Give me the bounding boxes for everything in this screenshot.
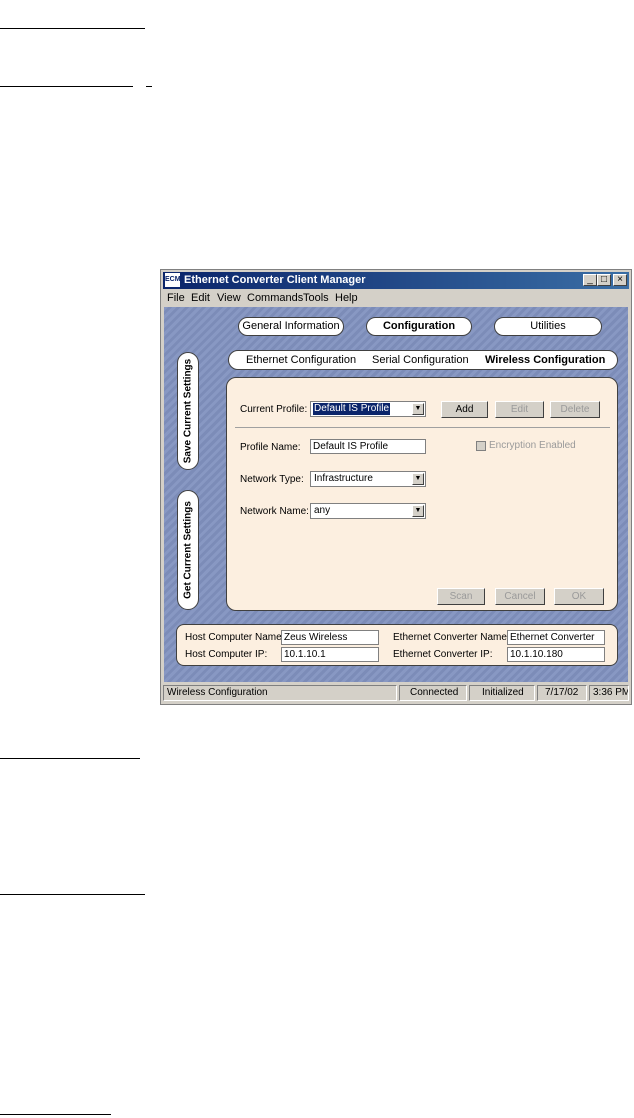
status-bar: Wireless Configuration Connected Initial… <box>163 685 629 702</box>
ethernet-converter-ip-field: 10.1.10.180 <box>507 647 605 662</box>
network-name-dropdown[interactable]: any ▼ <box>310 503 426 519</box>
page-rule-2 <box>0 86 133 87</box>
network-name-label: Network Name: <box>240 506 309 517</box>
scan-button[interactable]: Scan <box>437 588 485 605</box>
tab-utilities[interactable]: Utilities <box>494 317 602 336</box>
ethernet-converter-name-field: Ethernet Converter <box>507 630 605 645</box>
encryption-enabled-label: Encryption Enabled <box>489 440 576 451</box>
current-profile-label: Current Profile: <box>240 404 308 415</box>
sub-tab-row: Ethernet Configuration Serial Configurat… <box>228 350 618 370</box>
network-name-value: any <box>314 505 331 516</box>
network-type-value: Infrastructure <box>314 473 373 484</box>
ethernet-converter-ip-label: Ethernet Converter IP: <box>393 649 493 660</box>
save-current-settings-button[interactable]: Save Current Settings <box>177 352 199 470</box>
menu-file[interactable]: File <box>167 291 185 305</box>
add-profile-button[interactable]: Add <box>441 401 488 418</box>
status-panel-name: Wireless Configuration <box>163 685 397 701</box>
client-area: General Information Configuration Utilit… <box>164 307 628 682</box>
wireless-configuration-panel: Current Profile: Default IS Profile ▼ Ad… <box>226 377 618 611</box>
host-computer-name-field: Zeus Wireless <box>281 630 379 645</box>
maximize-button[interactable]: □ <box>597 274 611 286</box>
tab-configuration[interactable]: Configuration <box>366 317 472 336</box>
page-rule-1 <box>0 28 145 29</box>
menu-edit[interactable]: Edit <box>191 291 210 305</box>
get-current-settings-label: Get Current Settings <box>182 501 194 599</box>
window-title: Ethernet Converter Client Manager <box>184 274 366 286</box>
tab-serial-configuration[interactable]: Serial Configuration <box>372 353 469 367</box>
host-computer-ip-label: Host Computer IP: <box>185 649 268 660</box>
host-info-panel: Host Computer Name: Zeus Wireless Host C… <box>176 624 618 666</box>
page-rule-3 <box>146 86 152 87</box>
page-rule-4 <box>0 758 140 759</box>
app-window: ECM Ethernet Converter Client Manager _ … <box>160 269 632 705</box>
get-current-settings-button[interactable]: Get Current Settings <box>177 490 199 610</box>
host-computer-ip-field: 10.1.10.1 <box>281 647 379 662</box>
menu-tools[interactable]: Tools <box>303 291 329 305</box>
tab-wireless-configuration[interactable]: Wireless Configuration <box>485 353 605 367</box>
ethernet-converter-name-label: Ethernet Converter Name: <box>393 632 510 643</box>
app-logo-icon[interactable]: ECM <box>165 273 181 287</box>
menu-bar: File Edit View Commands Tools Help <box>163 290 629 306</box>
network-type-dropdown[interactable]: Infrastructure ▼ <box>310 471 426 487</box>
save-current-settings-label: Save Current Settings <box>182 358 194 464</box>
current-profile-value: Default IS Profile <box>313 403 391 415</box>
chevron-down-icon[interactable]: ▼ <box>412 473 424 485</box>
host-computer-name-label: Host Computer Name: <box>185 632 285 643</box>
title-bar[interactable]: ECM Ethernet Converter Client Manager _ … <box>163 272 629 289</box>
network-type-label: Network Type: <box>240 474 304 485</box>
profile-name-label: Profile Name: <box>240 442 301 453</box>
ok-button[interactable]: OK <box>554 588 604 605</box>
menu-view[interactable]: View <box>217 291 241 305</box>
status-date: 7/17/02 <box>537 685 587 701</box>
encryption-enabled-checkbox[interactable] <box>476 441 486 451</box>
status-state: Initialized <box>469 685 535 701</box>
current-profile-dropdown[interactable]: Default IS Profile ▼ <box>310 401 426 417</box>
edit-profile-button[interactable]: Edit <box>495 401 544 418</box>
menu-commands[interactable]: Commands <box>247 291 303 305</box>
chevron-down-icon[interactable]: ▼ <box>412 403 424 415</box>
page-rule-6 <box>0 1114 111 1115</box>
profile-name-field[interactable]: Default IS Profile <box>310 439 426 454</box>
tab-general-information[interactable]: General Information <box>238 317 344 336</box>
minimize-button[interactable]: _ <box>583 274 597 286</box>
status-time: 3:36 PM <box>589 685 629 701</box>
chevron-down-icon[interactable]: ▼ <box>412 505 424 517</box>
status-connection: Connected <box>399 685 467 701</box>
page-rule-5 <box>0 894 145 895</box>
cancel-button[interactable]: Cancel <box>495 588 545 605</box>
delete-profile-button[interactable]: Delete <box>550 401 600 418</box>
tab-ethernet-configuration[interactable]: Ethernet Configuration <box>246 353 356 367</box>
close-button[interactable]: × <box>613 274 627 286</box>
panel-divider <box>235 427 610 428</box>
menu-help[interactable]: Help <box>335 291 358 305</box>
